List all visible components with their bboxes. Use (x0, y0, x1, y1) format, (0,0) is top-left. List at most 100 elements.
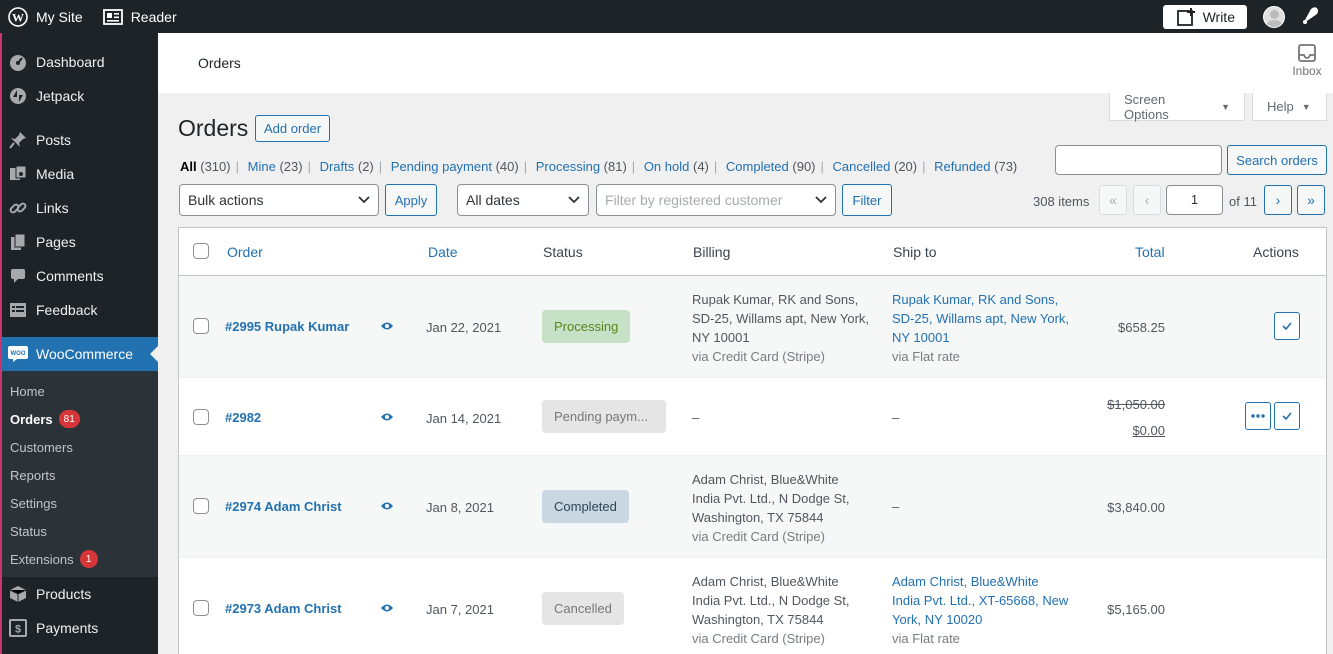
submenu-item-orders[interactable]: Orders 81 (2, 405, 158, 433)
submenu-item-extensions[interactable]: Extensions 1 (2, 545, 158, 573)
table-row[interactable]: #2982 Jan 14, 2021 Pending paym... – – $… (179, 378, 1326, 456)
billing-address: Adam Christ, Blue&White India Pvt. Ltd.,… (692, 574, 850, 646)
submenu-label: Status (10, 523, 47, 539)
sidebar-item-links[interactable]: Links (2, 191, 158, 225)
check-icon (1282, 412, 1292, 420)
filter-all[interactable]: All (310) (180, 159, 231, 174)
table-row[interactable]: #2973 Adam Christ Jan 7, 2021 Cancelled … (179, 558, 1326, 654)
customer-filter-select[interactable]: Filter by registered customer (596, 184, 836, 216)
date-filter-value: All dates (466, 192, 520, 208)
pages-icon (8, 232, 28, 252)
status-badge: Completed (542, 490, 629, 523)
sidebar-item-jetpack[interactable]: Jetpack (2, 79, 158, 113)
preview-eye-icon[interactable] (380, 410, 394, 425)
search-orders-button[interactable]: Search orders (1227, 145, 1327, 175)
reader-icon (102, 8, 123, 25)
filter-pending-payment[interactable]: Pending payment (40) (391, 159, 519, 174)
column-status: Status (543, 244, 583, 260)
submenu-item-customers[interactable]: Customers (2, 433, 158, 461)
column-order[interactable]: Order (227, 244, 263, 260)
shipping-map-link[interactable]: India Pvt. Ltd., XT-65668, New (892, 591, 1068, 610)
processing-action-button[interactable] (1245, 402, 1271, 430)
date-filter-select[interactable]: All dates (457, 184, 589, 216)
filter-cancelled[interactable]: Cancelled (20) (833, 159, 918, 174)
sidebar-item-label: Links (36, 200, 69, 216)
my-site-link[interactable]: W My Site (0, 0, 91, 33)
feedback-icon (8, 300, 28, 320)
order-link[interactable]: #2974 Adam Christ (225, 499, 342, 514)
sidebar-item-payments[interactable]: $ Payments (2, 611, 158, 645)
screen-options-button[interactable]: Screen Options ▼ (1109, 92, 1245, 122)
preview-eye-icon[interactable] (380, 499, 394, 514)
filter-button[interactable]: Filter (842, 184, 892, 216)
select-all-checkbox[interactable] (193, 243, 209, 259)
row-checkbox[interactable] (193, 409, 209, 425)
row-checkbox[interactable] (193, 498, 209, 514)
sidebar-item-label: Pages (36, 234, 76, 250)
bulk-actions-select[interactable]: Bulk actions (179, 184, 379, 216)
order-link[interactable]: #2973 Adam Christ (225, 601, 342, 616)
sidebar-item-feedback[interactable]: Feedback (2, 293, 158, 327)
shipping-map-link[interactable]: NY 10001 (892, 328, 1069, 347)
sidebar-item-media[interactable]: Media (2, 157, 158, 191)
status-badge: Pending paym... (542, 400, 666, 433)
sidebar-item-woocommerce[interactable]: WOO WooCommerce (2, 337, 158, 371)
column-date[interactable]: Date (428, 244, 458, 260)
help-button[interactable]: Help ▼ (1252, 93, 1327, 121)
preview-eye-icon[interactable] (380, 319, 394, 334)
submenu-item-reports[interactable]: Reports (2, 461, 158, 489)
order-total: $3,840.00 (1107, 500, 1165, 515)
inbox-button[interactable]: Inbox (1287, 44, 1327, 78)
sidebar-item-pages[interactable]: Pages (2, 225, 158, 259)
prev-page-button[interactable]: ‹ (1133, 185, 1161, 215)
filter-processing[interactable]: Processing (81) (536, 159, 627, 174)
filter-completed[interactable]: Completed (90) (726, 159, 816, 174)
next-page-button[interactable]: › (1264, 185, 1292, 215)
first-page-button[interactable]: « (1099, 185, 1127, 215)
submenu-item-home[interactable]: Home (2, 377, 158, 405)
filter-mine[interactable]: Mine (23) (248, 159, 303, 174)
billing-address: – (692, 410, 700, 425)
shipping-map-link[interactable]: Rupak Kumar, RK and Sons, (892, 290, 1069, 309)
submenu-item-settings[interactable]: Settings (2, 489, 158, 517)
filter-drafts[interactable]: Drafts (2) (320, 159, 374, 174)
write-button[interactable]: Write (1162, 4, 1247, 29)
sidebar-item-label: Comments (36, 268, 104, 284)
apply-button[interactable]: Apply (385, 184, 437, 216)
complete-action-button[interactable] (1274, 402, 1300, 430)
shipping-map-link[interactable]: York, NY 10020 (892, 610, 1068, 629)
submenu-item-status[interactable]: Status (2, 517, 158, 545)
table-row[interactable]: #2995 Rupak Kumar Jan 22, 2021 Processin… (179, 276, 1326, 378)
last-page-button[interactable]: » (1297, 185, 1325, 215)
filter-on-hold[interactable]: On hold (4) (644, 159, 709, 174)
row-checkbox[interactable] (193, 318, 209, 334)
sidebar-item-label: Posts (36, 132, 72, 148)
column-total[interactable]: Total (1135, 244, 1165, 260)
shipping-address: Rupak Kumar, RK and Sons, SD-25, Willams… (892, 290, 1070, 364)
notifications-icon[interactable] (1301, 5, 1321, 28)
submenu-label: Reports (10, 467, 56, 483)
shipping-map-link[interactable]: Adam Christ, Blue&White (892, 572, 1068, 591)
sidebar-item-label: Products (36, 586, 92, 602)
current-page-input[interactable]: 1 (1166, 185, 1223, 215)
complete-action-button[interactable] (1274, 312, 1300, 340)
add-order-button[interactable]: Add order (255, 115, 331, 142)
sidebar-item-dashboard[interactable]: Dashboard (2, 45, 158, 79)
preview-eye-icon[interactable] (380, 601, 394, 616)
sidebar-item-comments[interactable]: Comments (2, 259, 158, 293)
search-orders-input[interactable] (1055, 145, 1222, 175)
billing-address: Adam Christ, Blue&White India Pvt. Ltd.,… (692, 472, 850, 544)
svg-text:WOO: WOO (11, 351, 26, 357)
sidebar-item-posts[interactable]: Posts (2, 123, 158, 157)
filter-refunded[interactable]: Refunded (73) (934, 159, 1017, 174)
avatar[interactable] (1263, 5, 1285, 28)
row-checkbox[interactable] (193, 600, 209, 616)
jetpack-icon (8, 86, 28, 106)
sidebar-item-products[interactable]: Products (2, 577, 158, 611)
shipping-map-link[interactable]: SD-25, Willams apt, New York, (892, 309, 1069, 328)
reader-link[interactable]: Reader (95, 0, 185, 33)
table-row[interactable]: #2974 Adam Christ Jan 8, 2021 Completed … (179, 456, 1326, 558)
order-total: $0.00 (1132, 423, 1165, 438)
order-link[interactable]: #2995 Rupak Kumar (225, 319, 349, 334)
order-link[interactable]: #2982 (225, 410, 261, 425)
